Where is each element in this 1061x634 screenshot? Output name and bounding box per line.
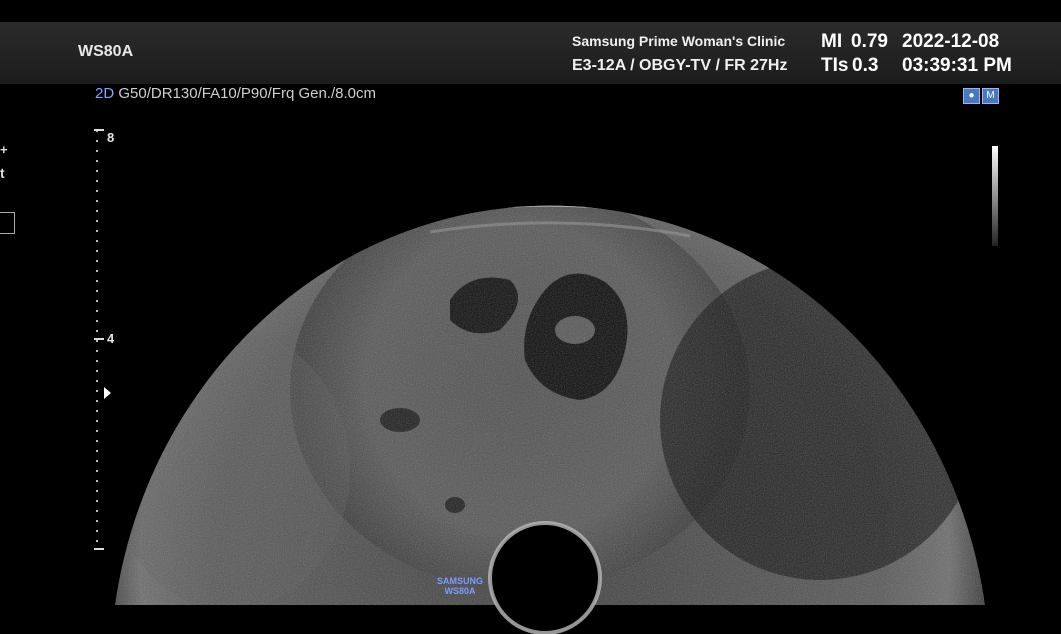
watermark-line2: WS80A — [444, 586, 476, 596]
scan-sector — [115, 205, 985, 634]
depth-label-4: 4 — [107, 331, 115, 346]
ultrasound-image — [94, 129, 985, 634]
watermark-line1: SAMSUNG — [436, 576, 483, 586]
grayscale-bar — [992, 146, 998, 246]
focus-marker-icon[interactable] — [104, 387, 111, 399]
depth-label-8: 8 — [107, 130, 115, 145]
device-watermark: SAMSUNG WS80A — [434, 576, 486, 596]
